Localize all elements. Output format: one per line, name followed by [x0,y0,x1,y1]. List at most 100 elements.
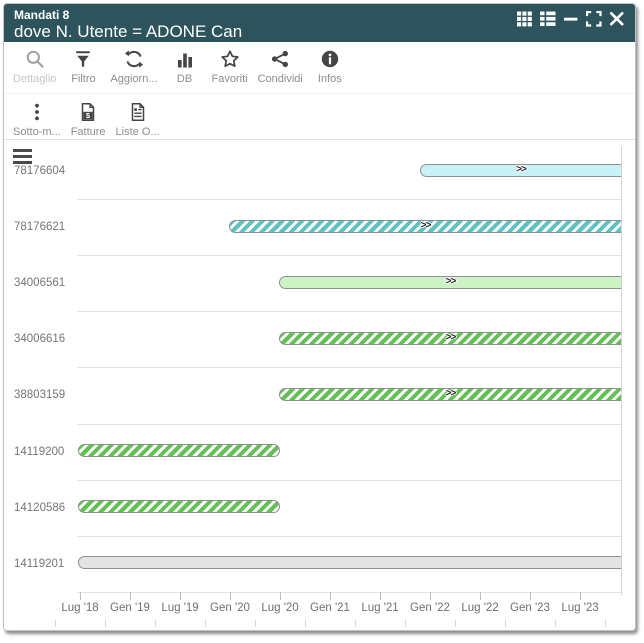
axis-tick-label: Gen '19 [110,602,150,614]
continues-arrow: >> [446,277,456,287]
toolbar-button-fatture[interactable]: $ Fatture [66,101,111,138]
window-controls [517,11,625,26]
continues-arrow: >> [421,221,431,231]
row-label: 38803159 [14,389,65,401]
row-label: 34006616 [14,333,65,345]
toolbar-button-label: Sotto-m... [13,126,61,138]
toolbar-button-label: Dettaglio [13,73,56,85]
bottom-axis-tick [555,620,556,627]
axis-tick [280,592,281,600]
search-icon [25,48,45,70]
axis-tick [80,592,81,600]
refresh-icon [124,48,144,70]
gantt-chart: 78176604 >> 78176621 >> 34006561 >> 34006616 >>… [4,140,635,630]
row-separator [77,367,622,368]
toolbar-button-label: Infos [318,73,342,85]
kebab-icon [27,101,47,123]
axis-tick [580,592,581,600]
toolbar-button-dettaglio[interactable]: Dettaglio [8,48,61,85]
axis-tick-label: Gen '20 [210,602,250,614]
toolbar-button-favoriti[interactable]: Favoriti [207,48,253,85]
row-label: 78176621 [14,221,65,233]
filter-icon [73,48,93,70]
bottom-axis-tick [405,620,406,627]
row-label: 78176604 [14,165,65,177]
list-doc-icon [128,101,148,123]
row-separator [77,311,622,312]
axis-tick-label: Gen '23 [510,602,550,614]
bottom-axis-tick [155,620,156,627]
gantt-bar[interactable]: >> [279,332,621,345]
continues-arrow: >> [446,389,456,399]
axis-tick [230,592,231,600]
toolbar-button-label: DB [177,73,192,85]
bottom-axis-tick [355,620,356,627]
toolbar-row-1: Dettaglio Filtro Aggiorn... DB Favoriti Condi… [4,42,635,94]
bar-chart-icon [175,48,195,70]
gantt-bar[interactable]: >> [229,220,621,233]
axis-tick [530,592,531,600]
bottom-axis-tick [455,620,456,627]
row-label: 14119201 [14,558,64,570]
toolbar-button-filtro[interactable]: Filtro [61,48,105,85]
toolbar-button-sotto-m[interactable]: Sotto-m... [8,101,66,138]
axis-tick-label: Lug '21 [361,602,398,614]
axis-tick [480,592,481,600]
gantt-bar[interactable] [78,444,280,457]
info-icon [320,48,340,70]
toolbar-row-2: Sotto-m... $ Fatture Liste O... [4,95,635,140]
toolbar-button-liste-o[interactable]: Liste O... [111,101,165,138]
toolbar-button-label: Filtro [71,73,95,85]
row-separator [77,199,622,200]
toolbar-button-label: Aggiorn... [110,73,157,85]
row-separator [77,480,622,481]
bottom-axis-tick [605,620,606,627]
toolbar-button-aggiorn[interactable]: Aggiorn... [105,48,162,85]
toolbar-button-label: Liste O... [116,126,160,138]
gantt-bar[interactable] [78,556,621,569]
menu-icon[interactable] [13,149,32,164]
continues-arrow: >> [446,333,456,343]
star-icon [220,48,240,70]
grid-view-icon[interactable] [517,11,533,26]
row-label: 14119200 [14,446,64,458]
row-separator [77,592,622,593]
gantt-bar[interactable]: >> [420,164,621,177]
gantt-bar[interactable]: >> [279,276,621,289]
row-separator [77,424,622,425]
maximize-icon[interactable] [586,11,602,26]
axis-tick [380,592,381,600]
axis-tick-label: Lug '18 [61,602,98,614]
toolbar-button-db[interactable]: DB [163,48,207,85]
toolbar-button-label: Fatture [71,126,106,138]
toolbar-button-condividi[interactable]: Condividi [253,48,308,85]
row-label: 34006561 [14,277,65,289]
share-icon [270,48,290,70]
invoice-icon: $ [78,101,98,123]
axis-tick [130,592,131,600]
minimize-icon[interactable] [563,11,579,26]
axis-tick-label: Lug '23 [561,602,598,614]
axis-tick-label: Gen '22 [410,602,450,614]
row-separator [77,536,622,537]
row-separator [77,255,622,256]
titlebar: Mandati 8 dove N. Utente = ADONE Can [4,4,635,42]
bottom-axis-tick [255,620,256,627]
gantt-bar[interactable] [78,500,280,513]
bottom-axis-tick [305,620,306,627]
toolbar-button-label: Condividi [258,73,303,85]
plot-right-border [621,146,622,595]
axis-tick [430,592,431,600]
axis-tick-label: Gen '21 [310,602,350,614]
bottom-axis-tick [55,620,56,627]
list-view-icon[interactable] [540,11,556,26]
axis-tick-label: Lug '20 [261,602,298,614]
gantt-bar[interactable]: >> [279,388,621,401]
bottom-axis-tick [205,620,206,627]
toolbar-button-label: Favoriti [212,73,248,85]
toolbar-button-infos[interactable]: Infos [308,48,352,85]
axis-tick-label: Lug '19 [161,602,198,614]
continues-arrow: >> [516,165,526,175]
close-icon[interactable] [609,11,625,26]
bottom-axis-tick [105,620,106,627]
